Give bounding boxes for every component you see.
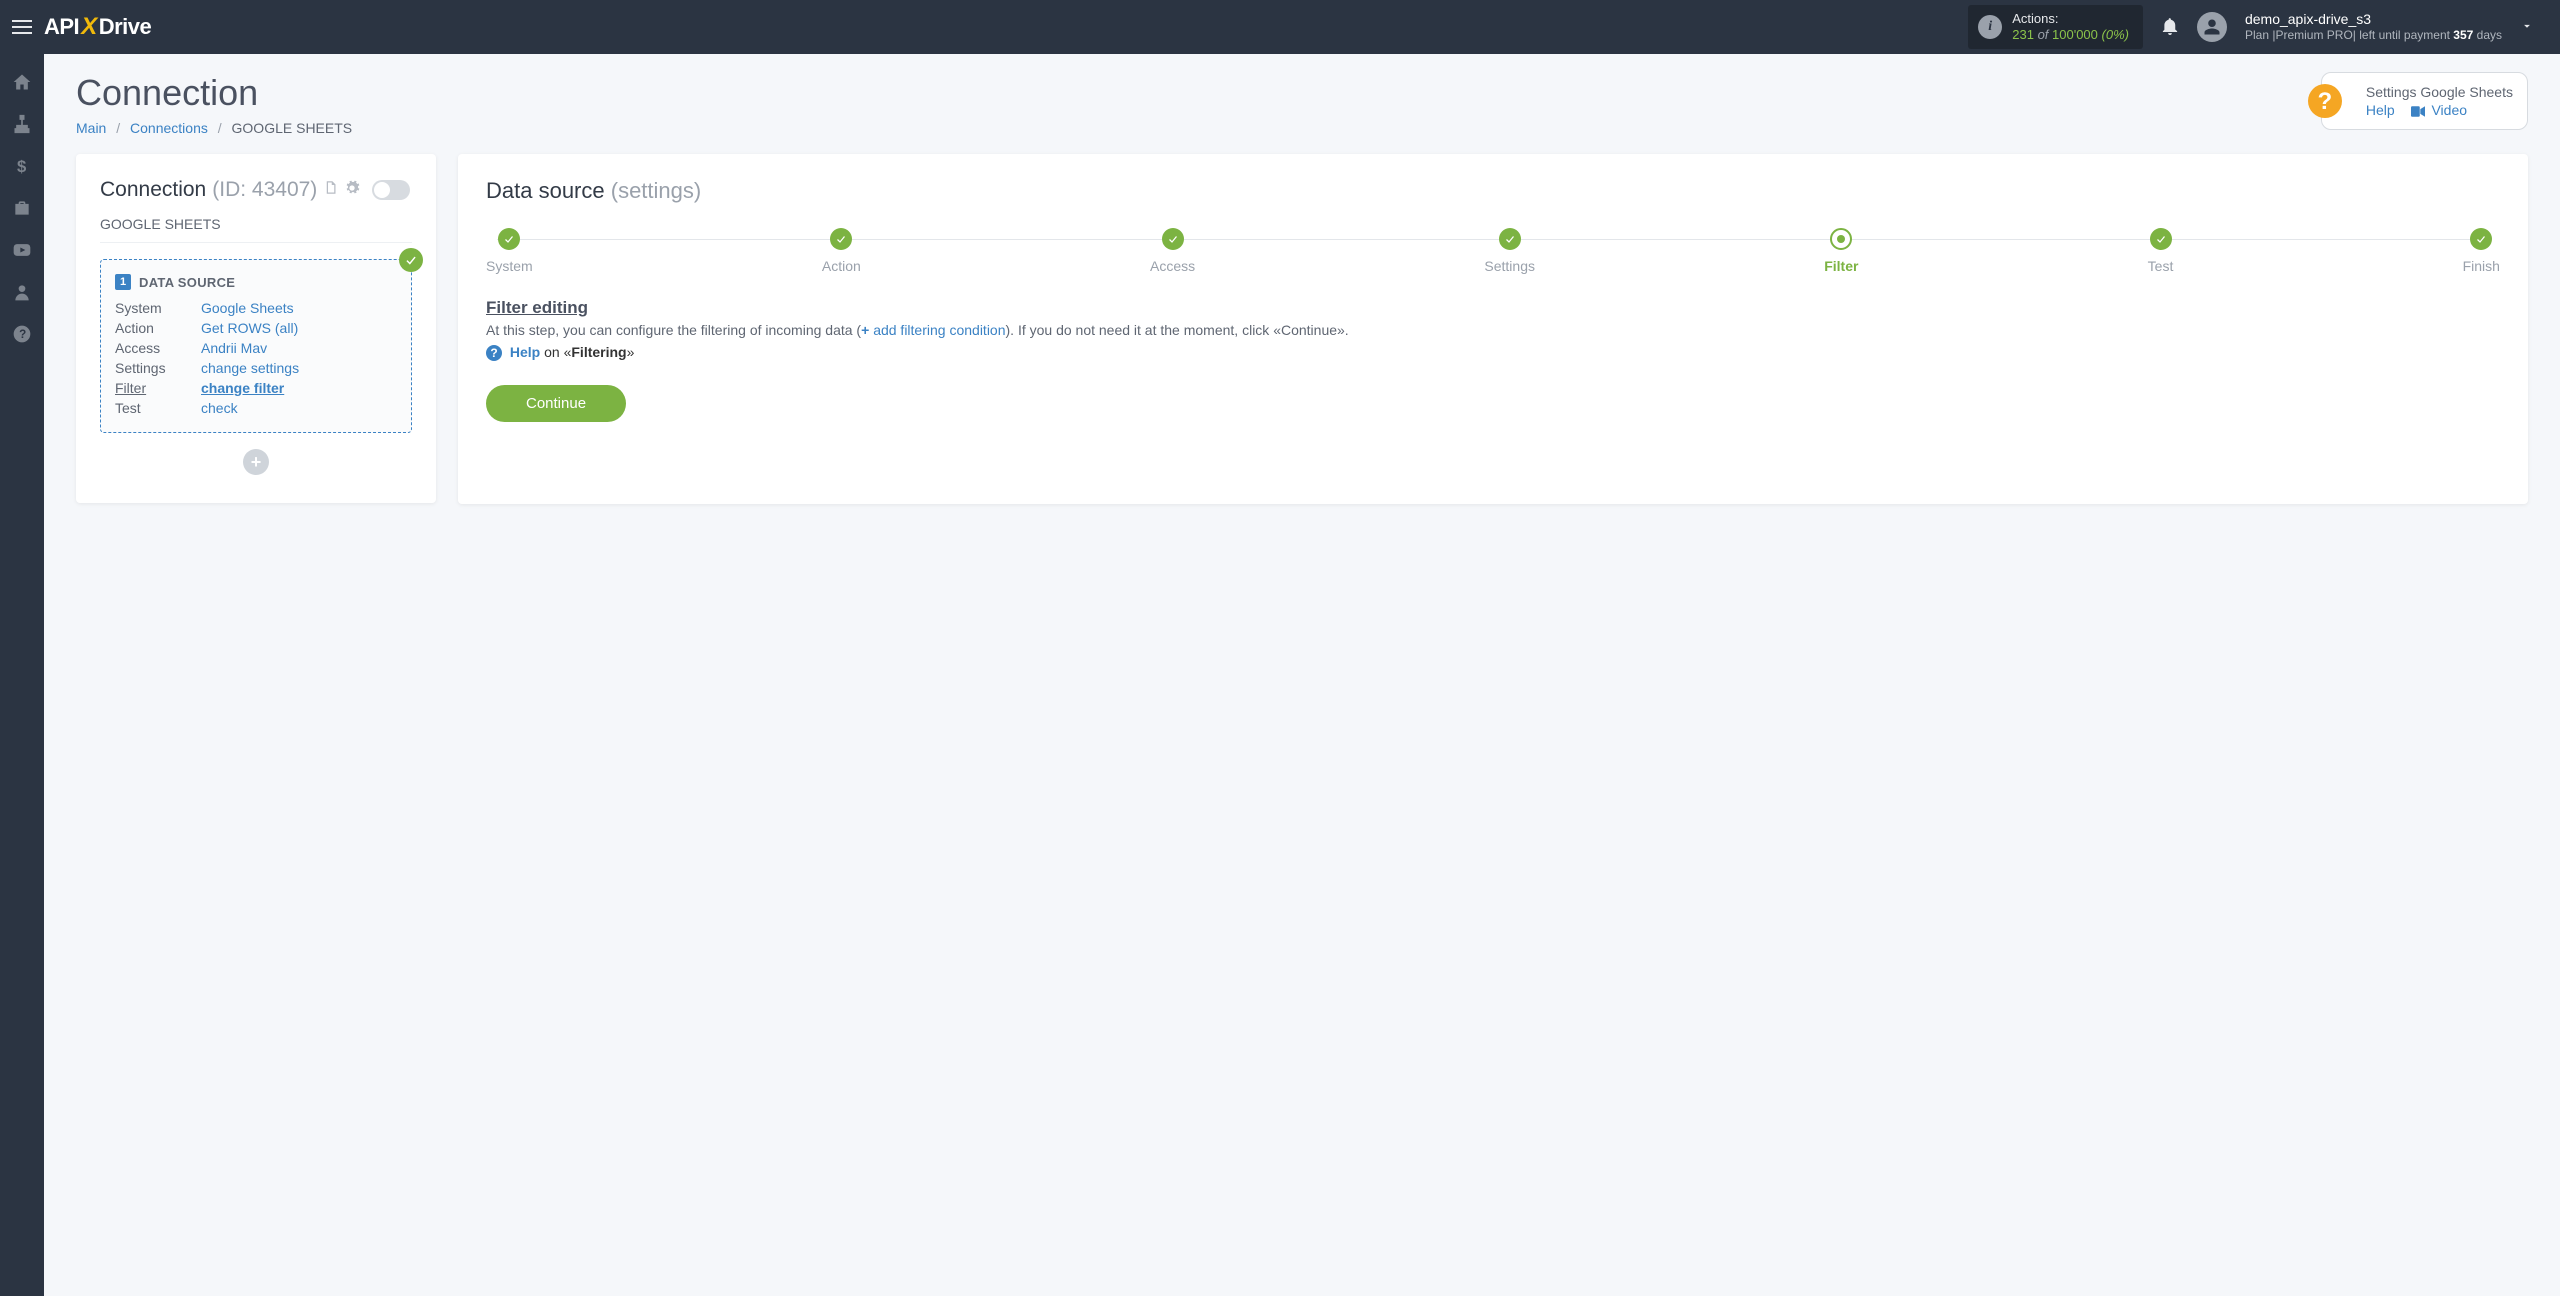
menu-toggle[interactable]: [0, 0, 44, 54]
sitemap-icon[interactable]: [12, 114, 32, 134]
step-active-icon: [1830, 228, 1852, 250]
help-line: ? Help on «Filtering»: [486, 344, 2500, 361]
chevron-down-icon[interactable]: [2520, 19, 2534, 36]
ds-row-link[interactable]: Andrii Mav: [201, 340, 267, 356]
topbar: APIXDrive i Actions: 231 of 100'000 (0%)…: [0, 0, 2560, 54]
dollar-icon[interactable]: $: [12, 156, 32, 176]
user-block: demo_apix-drive_s3 Plan |Premium PRO| le…: [2245, 11, 2502, 42]
help-link[interactable]: Help: [2366, 102, 2395, 118]
logo[interactable]: APIXDrive: [44, 13, 151, 41]
ds-row-link[interactable]: change filter: [201, 380, 284, 396]
breadcrumb-current: GOOGLE SHEETS: [232, 120, 353, 136]
connection-id: (ID: 43407): [212, 178, 317, 202]
connection-card: Connection (ID: 43407) GOOGLE SHEETS 1 D…: [76, 154, 436, 503]
ds-row-link[interactable]: check: [201, 400, 238, 416]
section-desc: At this step, you can configure the filt…: [486, 322, 2500, 338]
left-rail: $ ?: [0, 54, 44, 1296]
help-icon[interactable]: ?: [12, 324, 32, 344]
actions-box[interactable]: i Actions: 231 of 100'000 (0%): [1968, 5, 2143, 48]
help-pill: ? Settings Google Sheets Help Video: [2321, 72, 2528, 130]
ds-title: DATA SOURCE: [139, 275, 235, 290]
connection-toggle[interactable]: [372, 180, 410, 200]
section-title: Filter editing: [486, 298, 2500, 318]
user-name: demo_apix-drive_s3: [2245, 11, 2502, 28]
step-check-icon: [2150, 228, 2172, 250]
ds-row-key: Test: [115, 400, 201, 416]
check-icon: [399, 248, 423, 272]
step-check-icon: [1499, 228, 1521, 250]
breadcrumb-main[interactable]: Main: [76, 120, 106, 136]
help-pill-title: Settings Google Sheets: [2366, 83, 2513, 101]
copy-icon[interactable]: [323, 178, 338, 202]
ds-row-link[interactable]: Google Sheets: [201, 300, 294, 316]
step-label: Access: [1150, 258, 1195, 274]
breadcrumb-connections[interactable]: Connections: [130, 120, 208, 136]
ds-number: 1: [115, 274, 131, 290]
stepper: System Action Access Settings Filter Test Fini…: [486, 228, 2500, 274]
briefcase-icon[interactable]: [12, 198, 32, 218]
settings-subtitle: (settings): [611, 178, 701, 203]
step-action[interactable]: Action: [822, 228, 861, 274]
data-source-box: 1 DATA SOURCE SystemGoogle SheetsActionG…: [100, 259, 412, 433]
step-system[interactable]: System: [486, 228, 533, 274]
plan-line: Plan |Premium PRO| left until payment 35…: [2245, 28, 2502, 42]
help-filtering-link[interactable]: Help: [510, 344, 540, 360]
continue-button[interactable]: Continue: [486, 385, 626, 422]
step-check-icon: [498, 228, 520, 250]
breadcrumb: Main / Connections / GOOGLE SHEETS: [76, 120, 352, 136]
video-icon: [2411, 102, 2429, 118]
step-settings[interactable]: Settings: [1484, 228, 1535, 274]
youtube-icon[interactable]: [12, 240, 32, 260]
step-finish[interactable]: Finish: [2463, 228, 2500, 274]
ds-row-key: Action: [115, 320, 201, 336]
connection-title: Connection: [100, 178, 206, 202]
ds-row-key: Settings: [115, 360, 201, 376]
ds-row-key: Access: [115, 340, 201, 356]
bell-icon[interactable]: [2161, 16, 2179, 39]
logo-drive: Drive: [99, 14, 152, 40]
connection-subtitle: GOOGLE SHEETS: [100, 216, 412, 243]
logo-x: X: [81, 13, 97, 41]
settings-card: Data source (settings) System Action Acces…: [458, 154, 2528, 504]
step-check-icon: [830, 228, 852, 250]
step-label: System: [486, 258, 533, 274]
ds-row-link[interactable]: change settings: [201, 360, 299, 376]
actions-counter: 231 of 100'000 (0%): [2012, 27, 2129, 43]
add-filter-link[interactable]: + add filtering condition: [861, 322, 1005, 338]
step-filter[interactable]: Filter: [1824, 228, 1858, 274]
page-title: Connection: [76, 72, 352, 114]
step-label: Finish: [2463, 258, 2500, 274]
svg-text:$: $: [17, 157, 27, 176]
gear-icon[interactable]: [344, 178, 360, 202]
info-icon: i: [1978, 15, 2002, 39]
home-icon[interactable]: [12, 72, 32, 92]
actions-label: Actions:: [2012, 11, 2129, 27]
ds-row-link[interactable]: Get ROWS (all): [201, 320, 298, 336]
svg-text:?: ?: [19, 328, 26, 341]
ds-row-key: Filter: [115, 380, 201, 396]
step-access[interactable]: Access: [1150, 228, 1195, 274]
step-label: Settings: [1484, 258, 1535, 274]
step-label: Test: [2148, 258, 2174, 274]
user-icon[interactable]: [12, 282, 32, 302]
help-small-icon: ?: [486, 345, 502, 361]
avatar[interactable]: [2197, 12, 2227, 42]
step-label: Filter: [1824, 258, 1858, 274]
ds-row-key: System: [115, 300, 201, 316]
step-check-icon: [1162, 228, 1184, 250]
logo-api: API: [44, 14, 79, 40]
hamburger-icon: [12, 20, 32, 34]
question-icon[interactable]: ?: [2308, 84, 2342, 118]
add-button[interactable]: +: [243, 449, 269, 475]
settings-title: Data source: [486, 178, 605, 203]
video-link[interactable]: Video: [2431, 102, 2467, 118]
step-label: Action: [822, 258, 861, 274]
step-check-icon: [2470, 228, 2492, 250]
step-test[interactable]: Test: [2148, 228, 2174, 274]
